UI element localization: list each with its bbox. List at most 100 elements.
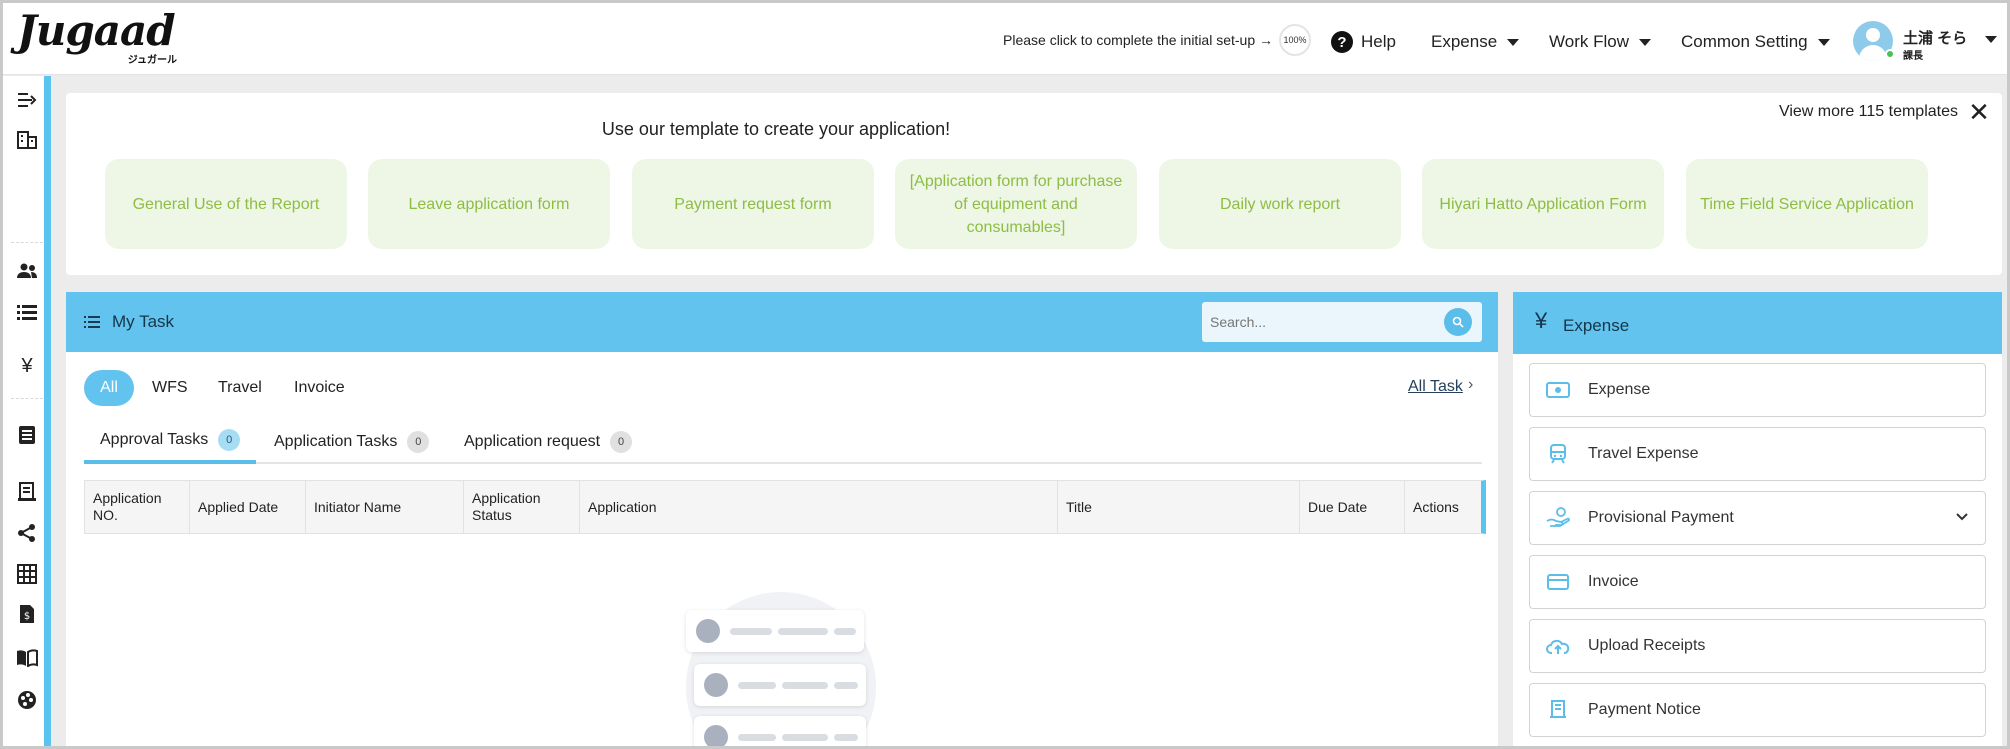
expense-item-label: Expense: [1588, 381, 1651, 398]
yen-icon: ¥: [1535, 308, 1548, 333]
my-task-header: My Task: [66, 292, 1498, 352]
nav-workflow-label: Work Flow: [1549, 32, 1629, 51]
column-header[interactable]: Initiator Name: [306, 481, 464, 533]
svg-text:$: $: [24, 611, 30, 622]
expand-menu-icon[interactable]: [15, 88, 39, 112]
view-more-templates-link[interactable]: View more 115 templates: [1779, 103, 1958, 121]
user-name[interactable]: 土浦 そら: [1903, 27, 1967, 48]
palette-icon[interactable]: [15, 688, 39, 712]
column-header[interactable]: Due Date: [1300, 481, 1405, 533]
expense-item-travel-expense[interactable]: Travel Expense: [1529, 427, 1986, 481]
expense-item-label: Upload Receipts: [1588, 637, 1706, 654]
help-label: Help: [1361, 32, 1396, 51]
expense-item-payment-notice[interactable]: Payment Notice: [1529, 683, 1986, 737]
help-link[interactable]: ? Help: [1331, 29, 1396, 55]
users-icon[interactable]: [15, 259, 39, 283]
chevron-down-icon[interactable]: [1955, 506, 1969, 527]
expense-item-label: Provisional Payment: [1588, 509, 1734, 526]
app-window: Jugaad ジュガール Please click to complete th…: [0, 0, 2010, 749]
online-status-dot: [1885, 49, 1895, 59]
tab-approval-tasks[interactable]: Approval Tasks 0: [84, 420, 257, 464]
filter-travel[interactable]: Travel: [218, 370, 262, 406]
count-badge: 0: [407, 431, 430, 453]
filter-wfs[interactable]: WFS: [152, 370, 188, 406]
nav-common-setting-menu[interactable]: Common Setting: [1681, 29, 1830, 55]
column-header[interactable]: Application Status: [464, 481, 580, 533]
invoice-dollar-icon[interactable]: $: [15, 602, 39, 626]
template-card[interactable]: Leave application form: [368, 159, 610, 249]
caret-down-icon: [1507, 38, 1520, 46]
all-task-link[interactable]: All Task: [1408, 378, 1463, 396]
template-card[interactable]: Hiyari Hatto Application Form: [1422, 159, 1664, 249]
expense-item-provisional-payment[interactable]: Provisional Payment: [1529, 491, 1986, 545]
help-icon: ?: [1331, 31, 1353, 53]
column-header[interactable]: Applied Date: [190, 481, 306, 533]
count-badge: 0: [218, 429, 241, 451]
empty-state-card: [694, 716, 866, 746]
user-menu-caret-icon[interactable]: [1985, 36, 1997, 43]
tab-label: Application request: [464, 433, 601, 450]
task-search-input[interactable]: [1202, 302, 1482, 342]
hand-coins-icon: [1546, 507, 1570, 528]
tab-application-tasks[interactable]: Application Tasks 0: [274, 420, 430, 464]
expense-panel-header: ¥ Expense: [1513, 292, 2002, 354]
expense-item-expense[interactable]: Expense: [1529, 363, 1986, 417]
app-logo[interactable]: Jugaad ジュガール: [17, 6, 187, 67]
expense-panel-title: Expense: [1563, 316, 1630, 335]
share-icon[interactable]: [15, 521, 39, 545]
template-card[interactable]: [Application form for purchase of equipm…: [895, 159, 1137, 249]
cloud-upload-icon: [1546, 636, 1570, 656]
close-icon[interactable]: ✕: [1964, 97, 1994, 127]
setup-text: Please click to complete the initial set…: [1003, 32, 1274, 48]
card-icon: [1546, 572, 1570, 592]
document-icon[interactable]: [15, 423, 39, 447]
logo-subtitle: ジュガール: [127, 55, 177, 66]
filter-all[interactable]: All: [84, 370, 134, 406]
receipt-icon[interactable]: [15, 480, 39, 504]
logo-text: Jugaad: [17, 6, 176, 55]
template-card[interactable]: Daily work report: [1159, 159, 1401, 249]
template-card[interactable]: General Use of the Report: [105, 159, 347, 249]
column-header[interactable]: Application: [580, 481, 1058, 533]
chevron-right-icon[interactable]: ›: [1468, 376, 1473, 394]
my-task-title: My Task: [112, 312, 175, 331]
filter-invoice[interactable]: Invoice: [294, 370, 345, 406]
column-header[interactable]: Title: [1058, 481, 1300, 533]
expense-item-label: Travel Expense: [1588, 445, 1699, 462]
template-card[interactable]: Time Field Service Application: [1686, 159, 1928, 249]
expense-item-label: Invoice: [1588, 573, 1639, 590]
top-header: Jugaad ジュガール Please click to complete th…: [3, 3, 2007, 75]
nav-workflow-menu[interactable]: Work Flow: [1549, 29, 1651, 55]
expense-item-upload-receipts[interactable]: Upload Receipts: [1529, 619, 1986, 673]
column-header[interactable]: Application NO.: [85, 481, 190, 533]
template-card[interactable]: Payment request form: [632, 159, 874, 249]
sidebar-divider: [11, 398, 43, 399]
caret-down-icon: [1817, 38, 1830, 46]
list-icon: [84, 312, 100, 333]
template-panel: Use our template to create your applicat…: [66, 93, 2002, 275]
nav-expense-menu[interactable]: Expense: [1431, 29, 1520, 55]
tab-application-request[interactable]: Application request 0: [464, 420, 633, 464]
sidebar-divider: [11, 242, 43, 243]
grid-table-icon[interactable]: [15, 562, 39, 586]
building-icon[interactable]: [15, 128, 39, 152]
expense-item-invoice[interactable]: Invoice: [1529, 555, 1986, 609]
yen-icon[interactable]: ¥: [15, 354, 39, 378]
task-subtabs: Approval Tasks 0 Application Tasks 0 App…: [84, 420, 1482, 464]
search-icon[interactable]: [1444, 308, 1472, 336]
list-icon[interactable]: [15, 300, 39, 324]
nav-expense-label: Expense: [1431, 32, 1498, 51]
column-header[interactable]: Actions: [1405, 481, 1481, 533]
train-icon: [1546, 444, 1570, 464]
tab-label: Application Tasks: [274, 433, 398, 450]
setup-prompt[interactable]: Please click to complete the initial set…: [1003, 24, 1312, 56]
setup-progress-badge: 100%: [1279, 24, 1312, 56]
money-icon: [1546, 380, 1570, 400]
tab-label: Approval Tasks: [100, 431, 209, 448]
book-icon[interactable]: [15, 646, 39, 670]
empty-state-card: [686, 610, 864, 652]
expense-item-label: Payment Notice: [1588, 701, 1701, 718]
left-sidebar: ¥ $: [3, 76, 51, 746]
template-panel-title: Use our template to create your applicat…: [601, 119, 951, 139]
task-table-header: Application NO. Applied Date Initiator N…: [84, 480, 1486, 534]
